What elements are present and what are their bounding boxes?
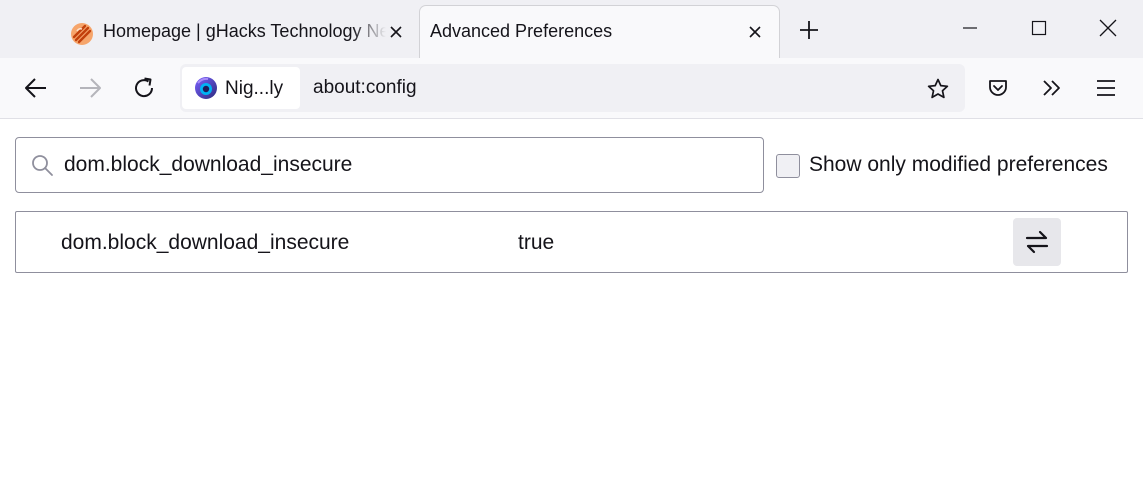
preference-name: dom.block_download_insecure <box>61 231 350 254</box>
forward-button[interactable] <box>74 72 106 104</box>
reload-icon <box>135 77 154 98</box>
preference-value: true <box>518 231 555 254</box>
overflow-menu-button[interactable] <box>1036 72 1068 104</box>
preferences-table: dom.block_download_insecure true <box>15 211 1128 273</box>
pocket-icon <box>989 80 1007 96</box>
chevron-double-right-icon <box>1043 80 1060 96</box>
url-bar[interactable]: Nig...ly about:config <box>180 64 965 112</box>
ghacks-favicon-icon <box>71 23 93 45</box>
minimize-button[interactable] <box>947 8 993 48</box>
back-button[interactable] <box>20 72 52 104</box>
show-modified-checkbox[interactable] <box>776 154 800 178</box>
firefox-nightly-logo-icon <box>195 77 217 99</box>
arrow-left-icon <box>25 78 46 98</box>
preference-search-input[interactable] <box>64 151 744 179</box>
bookmark-star-button[interactable] <box>925 76 951 102</box>
tab-title: Homepage | gHacks Technology News <box>103 21 386 41</box>
close-window-button[interactable] <box>1085 8 1131 48</box>
close-tab-icon[interactable] <box>384 20 408 44</box>
identity-label: Nig...ly <box>225 78 284 99</box>
url-text[interactable]: about:config <box>313 77 417 99</box>
close-icon <box>1099 19 1117 37</box>
toggle-icon <box>1025 230 1049 254</box>
new-tab-button[interactable] <box>795 16 823 44</box>
navigation-toolbar: Nig...ly about:config <box>0 58 1143 119</box>
arrow-right-icon <box>80 78 101 98</box>
tab-strip: Homepage | gHacks Technology News Advanc… <box>0 0 1143 58</box>
reload-button[interactable] <box>128 72 160 104</box>
search-icon <box>32 155 53 176</box>
hamburger-menu-icon <box>1097 80 1115 96</box>
show-modified-label[interactable]: Show only modified preferences <box>809 153 1108 177</box>
tab-advanced-preferences[interactable]: Advanced Preferences <box>420 6 779 58</box>
close-tab-icon[interactable] <box>743 20 767 44</box>
app-menu-button[interactable] <box>1090 72 1122 104</box>
plus-icon <box>800 21 818 39</box>
maximize-button[interactable] <box>1016 8 1062 48</box>
minimize-icon <box>963 27 977 29</box>
maximize-icon <box>1031 20 1047 36</box>
preference-search-box[interactable] <box>15 137 764 193</box>
tab-ghacks[interactable]: Homepage | gHacks Technology News <box>60 8 415 58</box>
star-icon <box>927 78 949 99</box>
pocket-button[interactable] <box>982 72 1014 104</box>
toggle-preference-button[interactable] <box>1013 218 1061 266</box>
tab-title: Advanced Preferences <box>430 21 613 41</box>
identity-box[interactable]: Nig...ly <box>182 67 300 109</box>
